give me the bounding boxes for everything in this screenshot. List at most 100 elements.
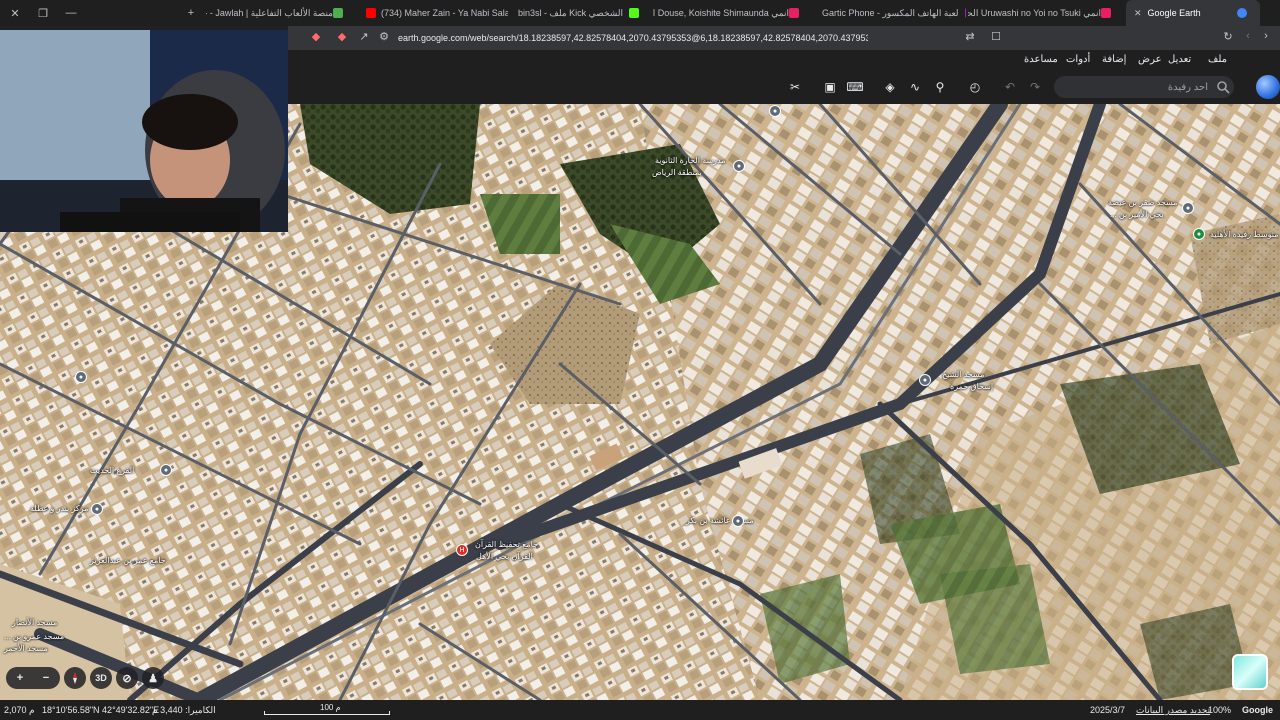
school-green-pin-icon[interactable]: ● (1193, 228, 1205, 240)
undo-icon[interactable]: ↶ (1001, 79, 1019, 95)
google-earth-window: ✕ ❐ — + منصة الألعاب التفاعلية | Jawlah … (0, 0, 1280, 720)
map-label[interactable]: جامع تحفيظ القرآن (475, 540, 538, 549)
compass-icon[interactable] (64, 667, 86, 689)
map-controls: + − 3D ⊘ ♟ (6, 666, 164, 690)
path-icon[interactable]: ∿ (906, 79, 924, 95)
map-label[interactable]: متوسط رفيدة الأهلية (1210, 230, 1278, 239)
school-pin-icon[interactable]: ● (733, 160, 745, 172)
tab-jawlah[interactable]: منصة الألعاب التفاعلية | Jawlah - جولة (206, 0, 356, 26)
search-icon[interactable] (1216, 80, 1230, 94)
mosque-pin-icon[interactable]: ● (1182, 202, 1194, 214)
map-label[interactable]: مسجد الشيخ (942, 370, 984, 379)
earth-toolbar: ✂ ▣ ⌨ ◈ ∿ ⚲ ◴ ↶ ↷ (288, 70, 1280, 104)
address-bar: ◆ ◆ ↗ ⚙ earth.google.com/web/search/18.1… (288, 26, 1280, 50)
mosque-pin-icon[interactable]: ● (732, 515, 744, 527)
webcam-feed-image (0, 30, 288, 232)
tab-strip: ✕ ❐ — + منصة الألعاب التفاعلية | Jawlah … (0, 0, 1280, 26)
url-field[interactable]: earth.google.com/web/search/18.18238597,… (398, 33, 868, 44)
map-label[interactable]: بحي الأمير بن ... (1110, 210, 1164, 219)
earth-search-box[interactable] (1054, 76, 1234, 98)
site-info-icon[interactable]: ⚙ (376, 30, 392, 43)
maximize-window-icon[interactable]: ❐ (28, 0, 58, 26)
anime-favicon-icon (789, 8, 799, 18)
tab-title: انمي Uruwashi no Yoi no Tsuki الحلقة (968, 7, 1101, 18)
placemark-icon[interactable]: ⚲ (931, 79, 949, 95)
close-window-icon[interactable]: ✕ (0, 0, 30, 26)
3d-view-button[interactable]: 3D (90, 667, 112, 689)
mosque-pin-icon[interactable]: ● (160, 464, 172, 476)
jawlah-favicon-icon (333, 8, 343, 18)
search-input[interactable] (1078, 79, 1208, 95)
menu-file[interactable]: ملف (1208, 54, 1227, 65)
kick-favicon-icon (629, 8, 640, 18)
menu-view[interactable]: عرض (1138, 54, 1162, 65)
tilt-icon[interactable]: ⊘ (116, 667, 138, 689)
menu-help[interactable]: مساعدة (1024, 54, 1058, 65)
tab-gartic-phone[interactable]: Gartic Phone - لعبة الهاتف المكسور (814, 0, 966, 26)
new-tab-button[interactable]: + (176, 0, 206, 26)
zoom-out-button[interactable]: − (35, 667, 57, 689)
tab-close-icon[interactable]: ✕ (1134, 8, 1142, 19)
map-label[interactable]: مسجد الأنصار (12, 618, 57, 627)
tab-title: bin3sl - ملف Kick الشخصي (518, 7, 624, 18)
add-photo-icon[interactable]: ▣ (821, 79, 839, 95)
menu-edit[interactable]: تعديل (1168, 54, 1191, 65)
mosque-pin-icon[interactable]: ● (769, 105, 781, 117)
zoom-controls: + − (6, 667, 60, 689)
map-label[interactable]: مدرسة الحارة الثانوية (655, 156, 726, 165)
map-label[interactable]: إسحاق حمزة (950, 382, 993, 391)
youtube-favicon-icon (366, 8, 376, 18)
map-style-thumbnail[interactable] (1232, 654, 1268, 690)
tab-youtube[interactable]: (734) Maher Zain - Ya Nabi Salam Alayka (358, 0, 508, 26)
map-label[interactable]: مركز بندر و عطلة (30, 504, 88, 513)
scale-line (264, 711, 390, 715)
bookmark-icon[interactable]: ☐ (988, 30, 1004, 43)
tab-anime-uruwashi[interactable]: انمي Uruwashi no Yoi no Tsuki الحلقة (968, 0, 1124, 26)
mosque-pin-icon[interactable]: ● (75, 371, 87, 383)
share-icon[interactable]: ↗ (356, 30, 372, 43)
tune-icon[interactable]: ⇄ (962, 30, 978, 43)
map-label[interactable]: مسجد عمرو بن ... (4, 632, 64, 641)
google-earth-favicon-icon (1237, 8, 1247, 18)
map-label[interactable]: مسجد الأحمر (4, 644, 48, 653)
coordinates-readout: 18°10'56.58"N 42°49'32.82"E (42, 705, 160, 715)
tab-kick[interactable]: bin3sl - ملف Kick الشخصي (510, 0, 650, 26)
minimize-window-icon[interactable]: — (56, 0, 86, 26)
imagery-date: 2025/3/7 (1090, 705, 1126, 715)
street-view-icon[interactable]: ♟ (142, 667, 164, 689)
tab-google-earth[interactable]: ✕ Google Earth (1126, 0, 1260, 26)
reload-icon[interactable]: ↻ (1220, 30, 1236, 43)
layers-icon[interactable]: ◈ (881, 79, 899, 95)
webcam-overlay (0, 30, 288, 232)
hospital-pin-icon[interactable]: H (456, 544, 468, 556)
gartic-favicon-icon (964, 8, 966, 18)
map-label[interactable]: بمنطقة الرياض (652, 168, 702, 177)
ruler-icon[interactable]: ✂ (786, 79, 804, 95)
elevation-readout: 2,070 م (4, 705, 35, 715)
back-icon[interactable]: › (1258, 30, 1274, 42)
extension-icon[interactable]: ◆ (308, 30, 324, 43)
mosque-pin-icon[interactable]: ● (91, 503, 103, 515)
tab-title: (734) Maher Zain - Ya Nabi Salam Alayka (381, 8, 508, 18)
camera-altitude-readout: الكاميرا: 3,440 م (152, 705, 216, 715)
history-icon[interactable]: ◴ (966, 79, 984, 95)
map-label[interactable]: القرآن بحي الأهل (476, 552, 533, 561)
mosque-pin-icon[interactable]: ● (919, 374, 931, 386)
data-attribution-link[interactable]: تحديد مصدر البيانات (1136, 705, 1210, 716)
keyboard-icon[interactable]: ⌨ (846, 79, 864, 95)
map-label[interactable]: جامع عمر بن عبدالعزيز (90, 556, 166, 565)
map-label[interactable]: مسجد صقر بن عيضة (1108, 198, 1177, 207)
tab-title: انمي Douse, Koishite Shimaunda الح... (652, 7, 789, 18)
zoom-in-button[interactable]: + (9, 667, 31, 689)
map-label[interactable]: الفرع الحديث (90, 466, 134, 475)
redo-icon[interactable]: ↷ (1026, 79, 1044, 95)
account-avatar[interactable] (1256, 75, 1280, 99)
menu-add[interactable]: إضافة (1102, 54, 1126, 65)
forward-icon[interactable]: ‹ (1240, 30, 1256, 42)
scale-bar: 100 م (264, 703, 390, 716)
tab-anime-douse[interactable]: انمي Douse, Koishite Shimaunda الح... (652, 0, 812, 26)
tab-title: Google Earth (1147, 8, 1201, 18)
menu-tools[interactable]: أدوات (1066, 54, 1090, 65)
extension-icon-2[interactable]: ◆ (334, 30, 350, 43)
tab-title: Gartic Phone - لعبة الهاتف المكسور (822, 7, 959, 18)
